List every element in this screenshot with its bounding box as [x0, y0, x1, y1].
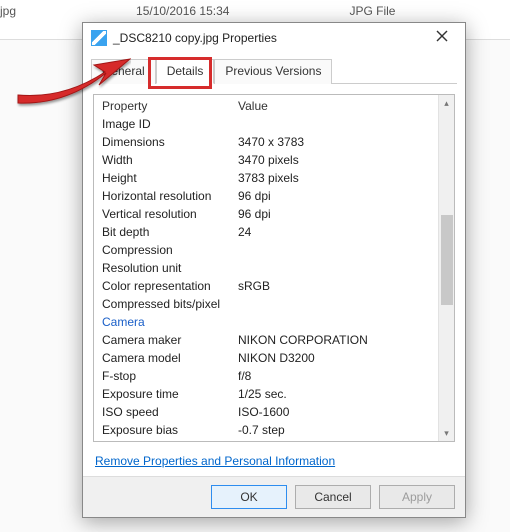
property-name: Vertical resolution [100, 207, 238, 221]
ok-button[interactable]: OK [211, 485, 287, 509]
property-row[interactable]: Camera modelNIKON D3200 [100, 349, 448, 367]
properties-dialog: _DSC8210 copy.jpg Properties General Det… [82, 22, 466, 518]
scroll-up-arrow[interactable]: ▴ [439, 95, 454, 111]
property-row[interactable]: Horizontal resolution96 dpi [100, 187, 448, 205]
property-name: Resolution unit [100, 261, 238, 275]
window-title: _DSC8210 copy.jpg Properties [113, 31, 427, 45]
button-bar: OK Cancel Apply [83, 476, 465, 517]
property-name: Color representation [100, 279, 238, 293]
property-row[interactable]: Compression [100, 241, 448, 259]
property-name: Camera maker [100, 333, 238, 347]
titlebar: _DSC8210 copy.jpg Properties [83, 23, 465, 53]
close-button[interactable] [427, 26, 457, 50]
property-name: Compression [100, 243, 238, 257]
vertical-scrollbar[interactable]: ▴ ▾ [438, 95, 454, 441]
property-value: 3470 x 3783 [238, 135, 448, 149]
property-value: 3783 pixels [238, 171, 448, 185]
property-row[interactable]: Focal length50 mm [100, 439, 448, 441]
cancel-button[interactable]: Cancel [295, 485, 371, 509]
property-name: Exposure bias [100, 423, 238, 437]
property-row[interactable]: ISO speedISO-1600 [100, 403, 448, 421]
property-name: Width [100, 153, 238, 167]
scroll-thumb[interactable] [441, 215, 453, 305]
tab-area: General Details Previous Versions [83, 53, 465, 84]
property-name: Exposure time [100, 387, 238, 401]
property-value: -0.7 step [238, 423, 448, 437]
tab-details[interactable]: Details [156, 59, 215, 84]
remove-properties-link[interactable]: Remove Properties and Personal Informati… [95, 454, 335, 468]
property-row[interactable]: Color representationsRGB [100, 277, 448, 295]
header-value: Value [238, 99, 448, 113]
bg-type: JPG File [349, 4, 395, 18]
property-name: Height [100, 171, 238, 185]
property-name: Dimensions [100, 135, 238, 149]
property-row[interactable]: F-stopf/8 [100, 367, 448, 385]
section-camera: Camera [100, 313, 448, 331]
property-row[interactable]: Exposure bias-0.7 step [100, 421, 448, 439]
link-row: Remove Properties and Personal Informati… [83, 448, 465, 476]
property-name: Horizontal resolution [100, 189, 238, 203]
property-list: Property Value Image ID Dimensions3470 x … [94, 95, 454, 441]
property-row[interactable]: Bit depth24 [100, 223, 448, 241]
property-value: 3470 pixels [238, 153, 448, 167]
property-row[interactable]: Vertical resolution96 dpi [100, 205, 448, 223]
property-row[interactable]: Exposure time1/25 sec. [100, 385, 448, 403]
property-value: sRGB [238, 279, 448, 293]
property-value: 24 [238, 225, 448, 239]
property-name: ISO speed [100, 405, 238, 419]
property-value: NIKON CORPORATION [238, 333, 448, 347]
apply-button[interactable]: Apply [379, 485, 455, 509]
property-value: f/8 [238, 369, 448, 383]
file-icon [91, 30, 107, 46]
property-value: NIKON D3200 [238, 351, 448, 365]
property-row[interactable]: Compressed bits/pixel [100, 295, 448, 313]
property-name: Image ID [100, 117, 238, 131]
property-name: F-stop [100, 369, 238, 383]
details-pane: Property Value Image ID Dimensions3470 x … [93, 94, 455, 442]
property-row[interactable]: Dimensions3470 x 3783 [100, 133, 448, 151]
tab-previous-versions[interactable]: Previous Versions [214, 59, 332, 84]
property-name: Camera model [100, 351, 238, 365]
property-value: ISO-1600 [238, 405, 448, 419]
property-row[interactable]: Resolution unit [100, 259, 448, 277]
property-value: 96 dpi [238, 189, 448, 203]
header-property: Property [100, 99, 238, 113]
close-icon [436, 30, 448, 42]
property-name: Bit depth [100, 225, 238, 239]
scroll-down-arrow[interactable]: ▾ [439, 425, 454, 441]
bg-filename: jpg [0, 4, 16, 18]
property-name: Compressed bits/pixel [100, 297, 238, 311]
property-row[interactable]: Image ID [100, 115, 448, 133]
bg-date: 15/10/2016 15:34 [136, 4, 229, 18]
property-row[interactable]: Camera makerNIKON CORPORATION [100, 331, 448, 349]
tab-general[interactable]: General [91, 59, 156, 84]
property-row[interactable]: Height3783 pixels [100, 169, 448, 187]
column-headers: Property Value [100, 97, 448, 115]
property-value: 96 dpi [238, 207, 448, 221]
property-value: 1/25 sec. [238, 387, 448, 401]
property-row[interactable]: Width3470 pixels [100, 151, 448, 169]
